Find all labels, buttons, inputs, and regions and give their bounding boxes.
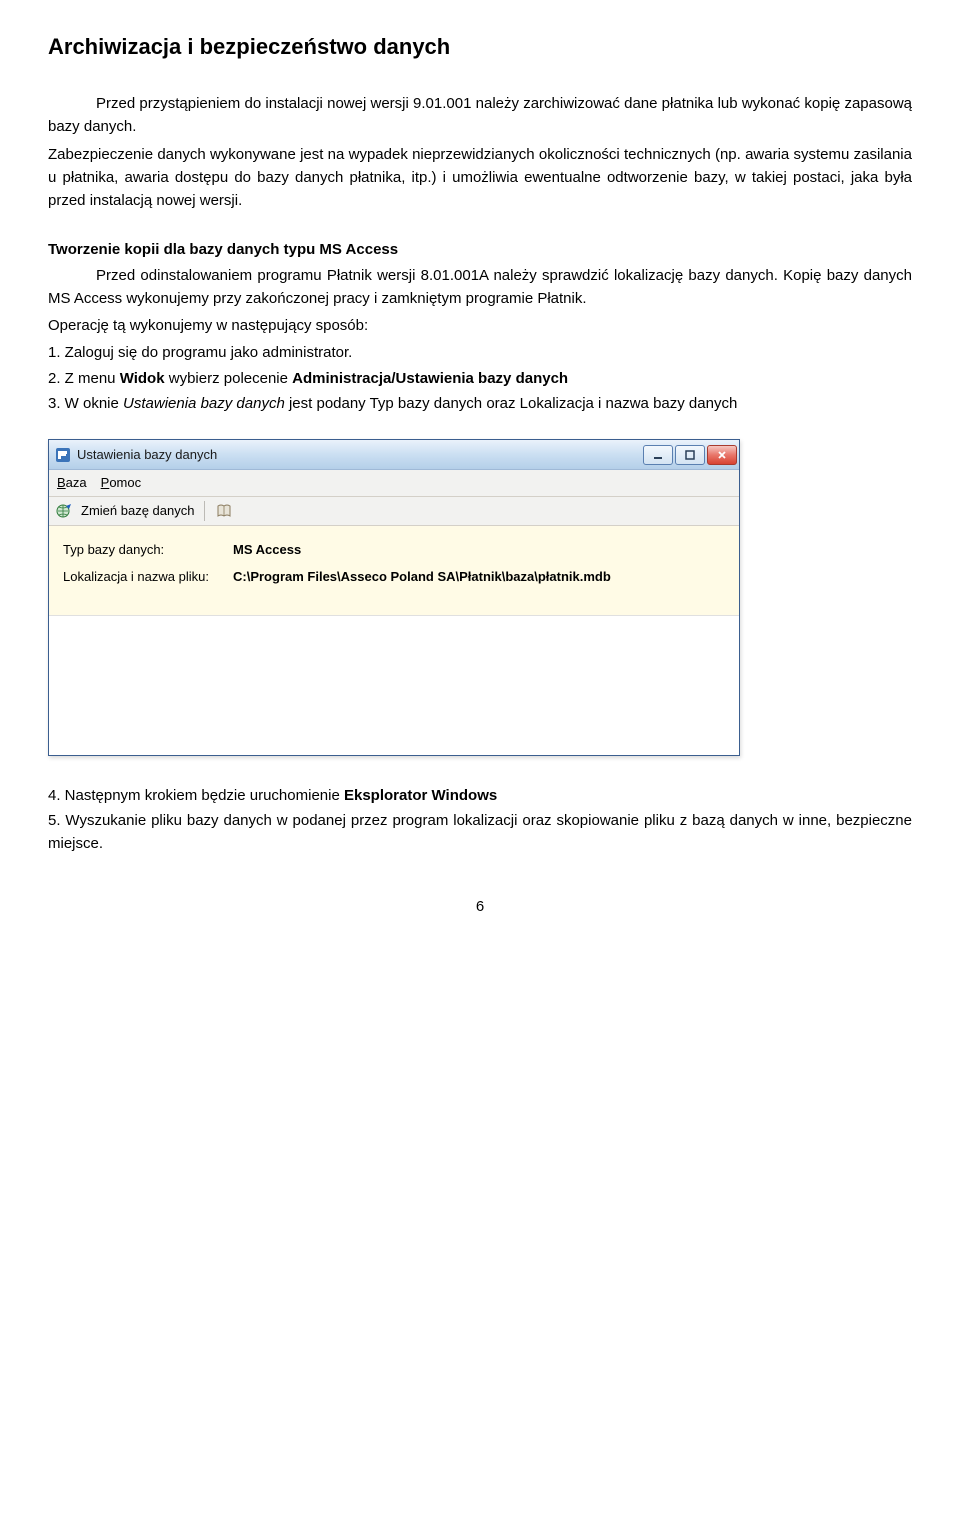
- step-4: 4. Następnym krokiem będzie uruchomienie…: [48, 784, 912, 807]
- step-2-pre: 2. Z menu: [48, 370, 120, 387]
- toolbar-zmien-post: ień bazę danych: [100, 503, 195, 518]
- menu-baza[interactable]: Baza: [57, 473, 87, 493]
- menu-baza-rest: aza: [66, 475, 87, 490]
- step-1: 1. Zaloguj się do programu jako administ…: [48, 341, 912, 364]
- db-type-label: Typ bazy danych:: [63, 540, 233, 560]
- window-maximize-button[interactable]: [675, 445, 705, 465]
- step-2-bold2: Administracja/Ustawienia bazy danych: [292, 370, 568, 387]
- window-close-button[interactable]: [707, 445, 737, 465]
- menubar: Baza Pomoc: [49, 470, 739, 497]
- page-number: 6: [48, 895, 912, 918]
- menu-pomoc-u: P: [101, 475, 110, 490]
- toolbar: Zmień bazę danych: [49, 497, 739, 526]
- page-heading: Archiwizacja i bezpieczeństwo danych: [48, 30, 912, 64]
- menu-pomoc-rest: omoc: [109, 475, 141, 490]
- menu-baza-u: B: [57, 475, 66, 490]
- book-icon[interactable]: [215, 502, 233, 520]
- op-intro: Operację tą wykonujemy w następujący spo…: [48, 314, 912, 337]
- menu-pomoc[interactable]: Pomoc: [101, 473, 141, 493]
- toolbar-change-db[interactable]: Zmień bazę danych: [81, 501, 194, 521]
- step-3-italic: Ustawienia bazy danych: [123, 395, 285, 412]
- toolbar-divider: [204, 501, 205, 521]
- step-3: 3. W oknie Ustawienia bazy danych jest p…: [48, 392, 912, 415]
- db-location-value: C:\Program Files\Asseco Poland SA\Płatni…: [233, 567, 611, 587]
- step-4-pre: 4. Następnym krokiem będzie uruchomienie: [48, 787, 344, 804]
- step-2-bold1: Widok: [120, 370, 165, 387]
- toolbar-zmien-u: m: [89, 503, 100, 518]
- paragraph-1: Przed przystąpieniem do instalacji nowej…: [48, 92, 912, 139]
- window-client-area: [49, 615, 739, 755]
- toolbar-zmien-pre: Z: [81, 503, 89, 518]
- window-titlebar: Ustawienia bazy danych: [49, 440, 739, 470]
- subheading-msaccess: Tworzenie kopii dla bazy danych typu MS …: [48, 238, 912, 261]
- step-2-mid: wybierz polecenie: [165, 370, 293, 387]
- window-minimize-button[interactable]: [643, 445, 673, 465]
- window-title: Ustawienia bazy danych: [77, 445, 643, 465]
- step-5: 5. Wyszukanie pliku bazy danych w podane…: [48, 809, 912, 856]
- step-3-post: jest podany Typ bazy danych oraz Lokaliz…: [285, 395, 738, 412]
- step-2: 2. Z menu Widok wybierz polecenie Admini…: [48, 367, 912, 390]
- globe-arrow-icon[interactable]: [55, 502, 73, 520]
- info-panel: Typ bazy danych: MS Access Lokalizacja i…: [49, 526, 739, 614]
- paragraph-3: Przed odinstalowaniem programu Płatnik w…: [48, 264, 912, 311]
- db-location-label: Lokalizacja i nazwa pliku:: [63, 567, 233, 587]
- step-3-pre: 3. W oknie: [48, 395, 123, 412]
- paragraph-2: Zabezpieczenie danych wykonywane jest na…: [48, 143, 912, 213]
- platnik-app-icon: [55, 447, 71, 463]
- settings-window: Ustawienia bazy danych Baza Pomoc Zmień …: [48, 439, 740, 756]
- db-type-value: MS Access: [233, 540, 301, 560]
- step-4-bold: Eksplorator Windows: [344, 787, 497, 804]
